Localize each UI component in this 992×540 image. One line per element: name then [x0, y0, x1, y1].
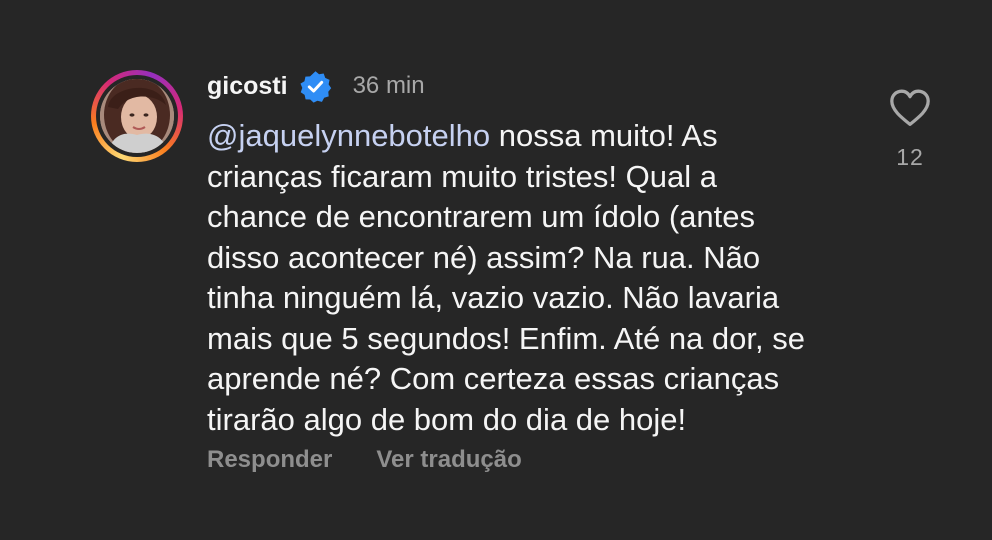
comment-actions: Responder Ver tradução	[207, 446, 522, 474]
heart-outline-icon[interactable]	[888, 88, 932, 128]
comment-item: gicosti 36 min @jaquelynnebotelho nossa …	[0, 0, 992, 540]
verified-badge-icon	[300, 70, 331, 103]
avatar-image	[100, 79, 174, 153]
like-count: 12	[896, 144, 924, 170]
reply-button[interactable]: Responder	[207, 446, 332, 474]
avatar[interactable]	[100, 79, 174, 153]
comment-header: gicosti 36 min	[207, 66, 425, 106]
story-ring[interactable]	[91, 70, 183, 162]
mention-link[interactable]: @jaquelynnebotelho	[207, 118, 490, 153]
see-translation-button[interactable]: Ver tradução	[376, 446, 521, 474]
comment-text: @jaquelynnebotelho nossa muito! As crian…	[207, 116, 847, 440]
comment-body: nossa muito! As crianças ficaram muito t…	[207, 118, 805, 437]
username[interactable]: gicosti	[207, 72, 288, 101]
like-area: 12	[880, 88, 940, 171]
timestamp: 36 min	[352, 72, 425, 99]
